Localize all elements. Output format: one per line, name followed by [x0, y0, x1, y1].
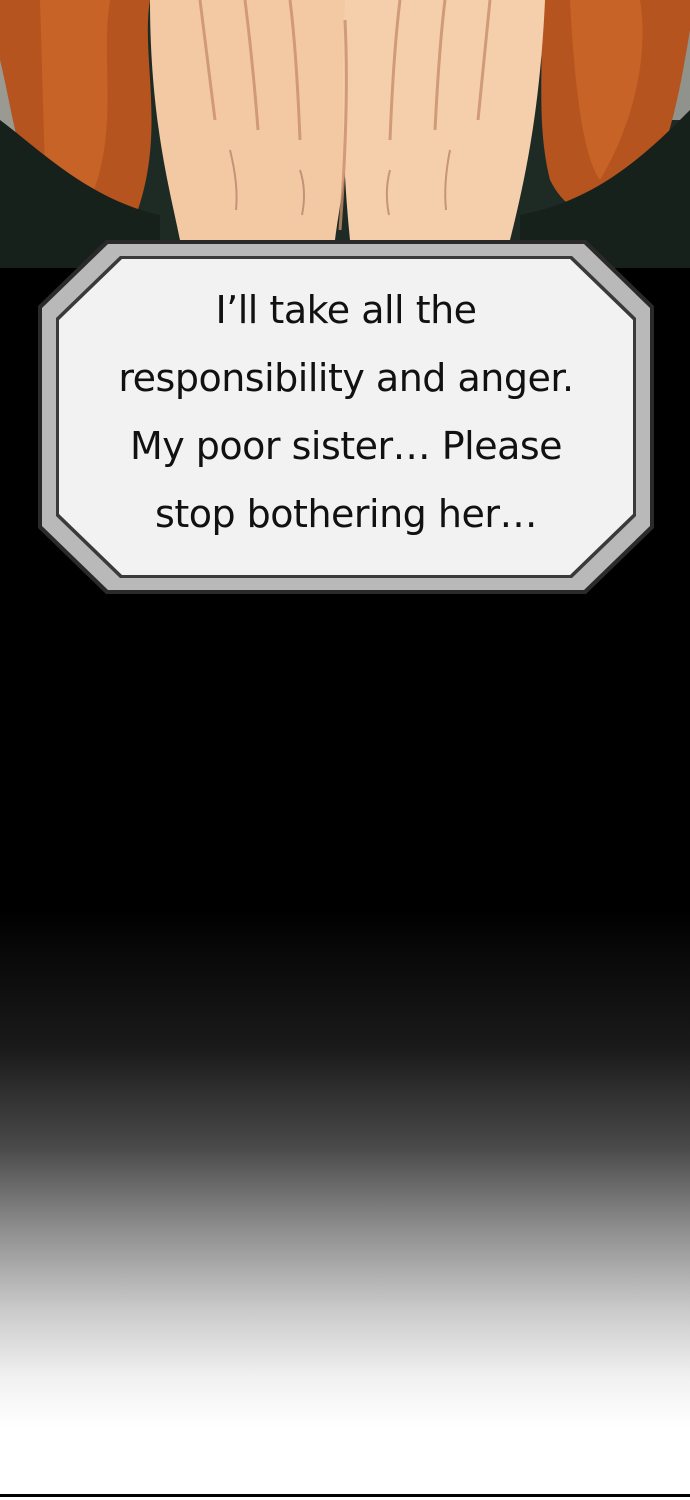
dialogue-line: stop bothering her… — [155, 492, 537, 536]
comic-panel-hands-covering-face — [0, 0, 690, 268]
speech-box: I’ll take all the responsibility and ang… — [36, 238, 656, 596]
next-panel-border — [0, 1494, 690, 1500]
dialogue-text: I’ll take all the responsibility and ang… — [66, 276, 626, 548]
dialogue-line: My poor sister… Please — [129, 424, 563, 468]
illustration-hands — [0, 0, 690, 268]
dialogue-line: responsibility and anger. — [118, 356, 574, 400]
dialogue-line: I’ll take all the — [215, 288, 477, 332]
